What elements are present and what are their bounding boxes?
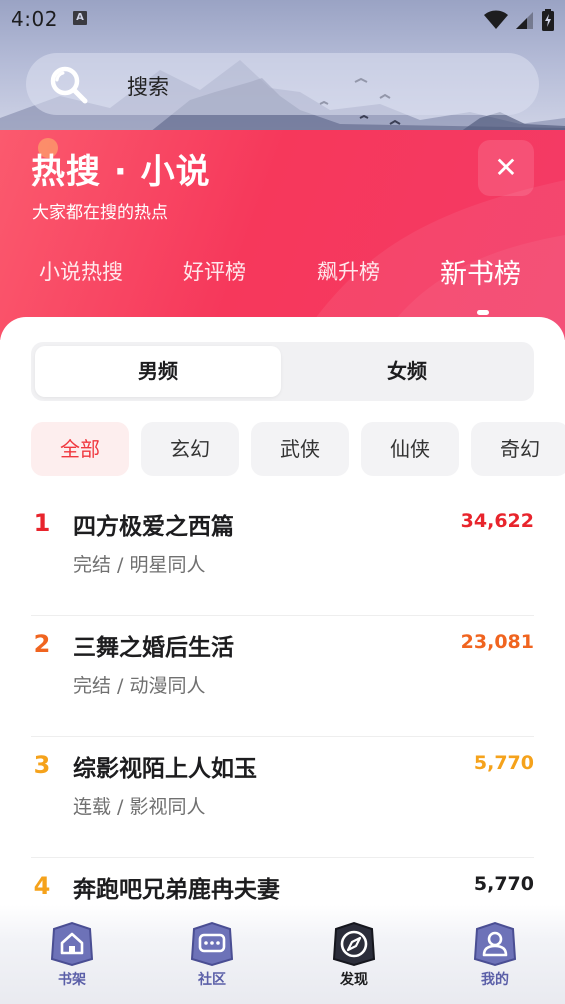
tab-novel-hot[interactable]: 小说热搜 [39,256,123,286]
book-title: 奔跑吧兄弟鹿冉夫妻 [73,877,280,903]
nav-community[interactable]: 社区 [182,919,242,999]
search-count: 5,770 [473,752,534,774]
nav-discover[interactable]: 发现 [324,919,384,999]
status-time: 4:02 [11,7,58,31]
search-icon [50,66,88,104]
tab-new-books[interactable]: 新书榜 [440,252,521,291]
book-meta: 完结 / 动漫同人 [73,675,206,697]
gender-toggle: 男频 女频 [31,342,534,401]
nav-bookshelf[interactable]: 书架 [42,919,102,999]
hot-search-title: 热搜 · 小说 [31,152,211,192]
search-input[interactable]: 搜索 [127,71,169,101]
book-meta: 连载 / 影视同人 [73,796,206,818]
top-banner: 4:02 A 搜索 [0,0,565,132]
rank-number: 3 [33,751,51,779]
bookshelf-home-icon [50,921,94,967]
ranking-item[interactable]: 3 综影视陌上人如玉 连载 / 影视同人 5,770 [31,737,534,858]
hot-search-header: 热搜 · 小说 大家都在搜的热点 ✕ 小说热搜 好评榜 飙升榜 新书榜 [0,130,565,340]
rank-number: 2 [33,630,51,658]
female-channel-button[interactable]: 女频 [284,346,530,397]
status-icons [483,9,555,31]
search-count: 34,622 [460,510,534,532]
tab-top-rated[interactable]: 好评榜 [183,256,246,286]
book-title: 综影视陌上人如玉 [73,756,257,782]
profile-user-icon [473,921,517,967]
close-button[interactable]: ✕ [478,140,534,196]
close-icon: ✕ [494,151,518,184]
book-title: 三舞之婚后生活 [73,635,234,661]
rank-number: 1 [33,509,51,537]
chip-xuanhuan[interactable]: 玄幻 [141,422,239,476]
rank-number: 4 [33,872,51,900]
nav-profile[interactable]: 我的 [465,919,525,999]
category-chips: 全部 玄幻 武侠 仙侠 奇幻 [31,422,565,476]
nav-label: 我的 [481,972,509,988]
male-channel-button[interactable]: 男频 [35,346,281,397]
chip-qihuan[interactable]: 奇幻 [471,422,565,476]
notification-badge: A [73,11,87,25]
battery-charging-icon [542,9,554,31]
search-count: 23,081 [460,631,534,653]
search-bar[interactable]: 搜索 [26,53,539,115]
tab-rising[interactable]: 飙升榜 [317,256,380,286]
community-chat-icon [190,921,234,967]
tab-indicator [477,310,489,315]
book-meta: 完结 / 明星同人 [73,554,206,576]
book-title: 四方极爱之西篇 [73,514,234,540]
nav-label: 发现 [340,972,368,988]
ranking-item[interactable]: 2 三舞之婚后生活 完结 / 动漫同人 23,081 [31,616,534,737]
nav-label: 书架 [58,972,86,988]
bottom-navigation: 书架 社区 发现 我的 [0,905,565,1004]
ranking-item[interactable]: 1 四方极爱之西篇 完结 / 明星同人 34,622 [31,495,534,616]
chip-xianxia[interactable]: 仙侠 [361,422,459,476]
search-count: 5,770 [473,873,534,895]
wifi-icon [484,10,508,29]
ranking-tabs: 小说热搜 好评榜 飙升榜 新书榜 [0,256,565,296]
signal-icon [516,12,533,29]
hot-search-subtitle: 大家都在搜的热点 [32,203,168,223]
nav-label: 社区 [198,972,226,988]
chip-all[interactable]: 全部 [31,422,129,476]
ranking-content: 男频 女频 全部 玄幻 武侠 仙侠 奇幻 1 四方极爱之西篇 完结 / 明星同人… [0,317,565,917]
discover-compass-icon [332,921,376,967]
status-bar: 4:02 A [0,0,565,38]
chip-wuxia[interactable]: 武侠 [251,422,349,476]
